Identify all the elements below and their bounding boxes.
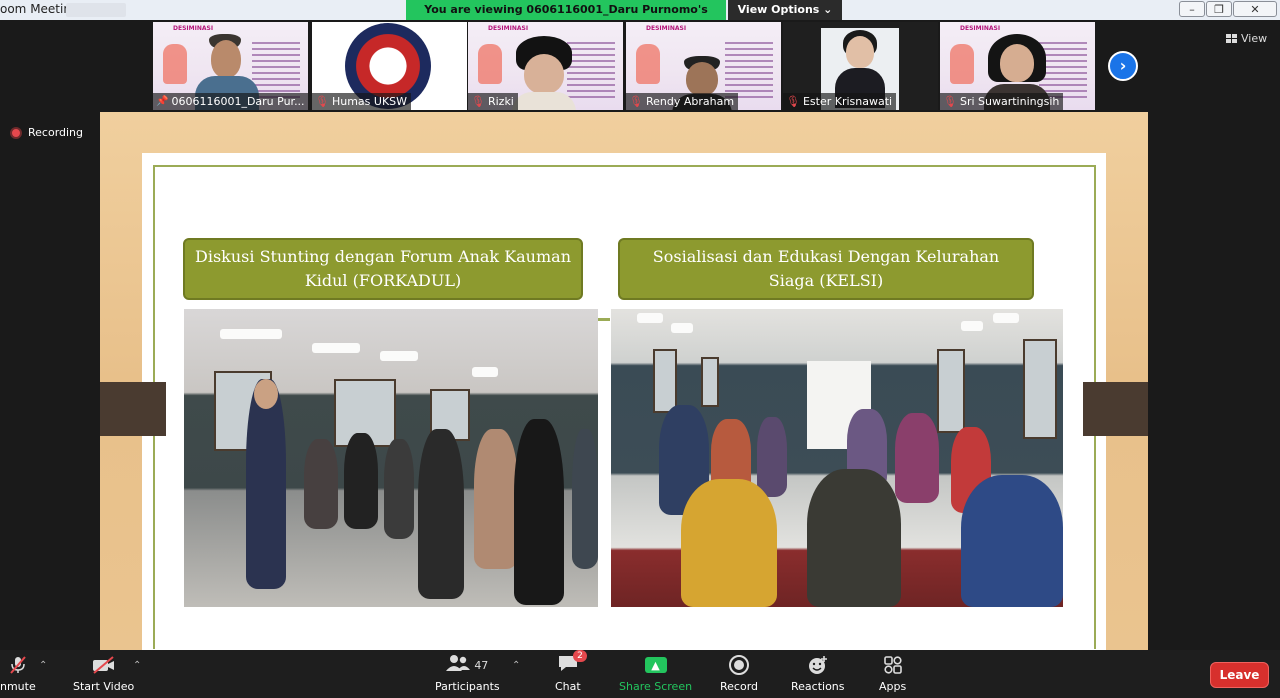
chevron-up-icon[interactable]: ⌃ [133, 660, 141, 671]
record-label: Record [720, 680, 759, 693]
slide-side-tab [1083, 382, 1148, 436]
slide-caption-right: Sosialisasi dan Edukasi Dengan Kelurahan… [618, 238, 1034, 300]
close-button[interactable]: ✕ [1233, 1, 1277, 17]
record-icon [728, 654, 750, 676]
viewing-banner: You are viewing 0606116001_Daru Purnomo'… [406, 0, 726, 36]
recording-dot-icon [10, 126, 22, 139]
next-page-button[interactable]: › [1108, 51, 1138, 81]
participants-icon [446, 654, 471, 677]
mic-muted-icon [4, 654, 32, 676]
poster-title: DESIMINASI [488, 25, 529, 32]
participant-tile[interactable]: DESIMINASI 🎙 Sri Suwartiningsih [940, 22, 1095, 110]
participant-name: 0606116001_Daru Pur... [171, 95, 305, 108]
restore-icon: ❐ [1214, 2, 1224, 16]
chat-button[interactable]: 2 Chat [555, 650, 587, 693]
title-bar-blurred-area [66, 3, 126, 17]
participants-button[interactable]: 47 Participants [435, 654, 500, 693]
share-screen-icon: ▲ [644, 657, 667, 673]
mic-muted-icon: 🎙 [471, 95, 485, 108]
participant-tile[interactable]: DESIMINASI 📌 0606116001_Daru Pur... [153, 22, 308, 110]
participant-name: Sri Suwartiningsih [959, 95, 1060, 108]
participant-tile[interactable]: DESIMINASI 🎙 Rendy Abraham [626, 22, 781, 110]
leave-button[interactable]: Leave [1210, 662, 1269, 688]
video-off-icon [91, 654, 117, 676]
mic-muted-icon: 🎙 [315, 95, 329, 108]
view-label: View [1241, 32, 1268, 45]
recording-indicator[interactable]: Recording [10, 126, 83, 139]
unmute-button[interactable]: nmute [0, 654, 36, 693]
maximize-button[interactable]: ❐ [1206, 1, 1232, 17]
slide-photo-forkadul [184, 309, 598, 607]
view-options-button[interactable]: View Options ⌄ [728, 0, 842, 20]
participant-tile[interactable]: DESIMINASI 🎙 Rizki [468, 22, 623, 110]
mic-muted-icon: 🎙 [786, 95, 800, 108]
apps-icon [883, 654, 903, 676]
grid-view-icon [1226, 34, 1237, 43]
poster-title: DESIMINASI [960, 25, 1001, 32]
participant-name: Rendy Abraham [645, 95, 735, 108]
participant-name: Humas UKSW [331, 95, 408, 108]
apps-label: Apps [879, 680, 907, 693]
record-button[interactable]: Record [720, 654, 758, 693]
reactions-button[interactable]: Reactions [791, 654, 845, 693]
participants-label: Participants [435, 680, 500, 693]
chat-label: Chat [555, 680, 581, 693]
participants-count: 47 [474, 658, 489, 672]
slide-connector [598, 318, 610, 321]
participant-name: Ester Krisnawati [802, 95, 893, 108]
chat-badge: 2 [573, 650, 587, 662]
participant-tile[interactable]: 🎙 Ester Krisnawati [783, 22, 938, 110]
participant-tile[interactable]: 🎙 Humas UKSW [312, 22, 467, 110]
chevron-up-icon[interactable]: ⌃ [39, 660, 47, 671]
share-screen-label: Share Screen [619, 680, 693, 693]
participant-name: Rizki [487, 95, 514, 108]
slide-caption-left: Diskusi Stunting dengan Forum Anak Kauma… [183, 238, 583, 300]
reactions-label: Reactions [791, 680, 845, 693]
chevron-right-icon: › [1119, 56, 1127, 75]
mic-muted-icon: 🎙 [943, 95, 957, 108]
start-video-label: Start Video [73, 680, 135, 693]
close-icon: ✕ [1250, 2, 1260, 16]
slide-side-tab [100, 382, 166, 436]
recording-label: Recording [28, 126, 84, 139]
minimize-button[interactable]: – [1179, 1, 1205, 17]
smiley-plus-icon [807, 654, 829, 676]
minimize-icon: – [1189, 2, 1195, 16]
mic-muted-icon: 🎙 [629, 95, 643, 108]
title-bar: oom Meeting You are viewing 0606116001_D… [0, 0, 1280, 36]
poster-title: DESIMINASI [173, 25, 214, 32]
share-screen-button[interactable]: ▲ Share Screen [619, 654, 692, 693]
poster-title: DESIMINASI [646, 25, 687, 32]
pin-icon: 📌 [156, 96, 169, 107]
unmute-label: nmute [0, 680, 36, 693]
slide-photo-kelsi [611, 309, 1063, 607]
view-button[interactable]: View [1226, 32, 1267, 45]
apps-button[interactable]: Apps [879, 654, 906, 693]
start-video-button[interactable]: Start Video [73, 654, 134, 693]
chevron-up-icon[interactable]: ⌃ [512, 660, 520, 671]
